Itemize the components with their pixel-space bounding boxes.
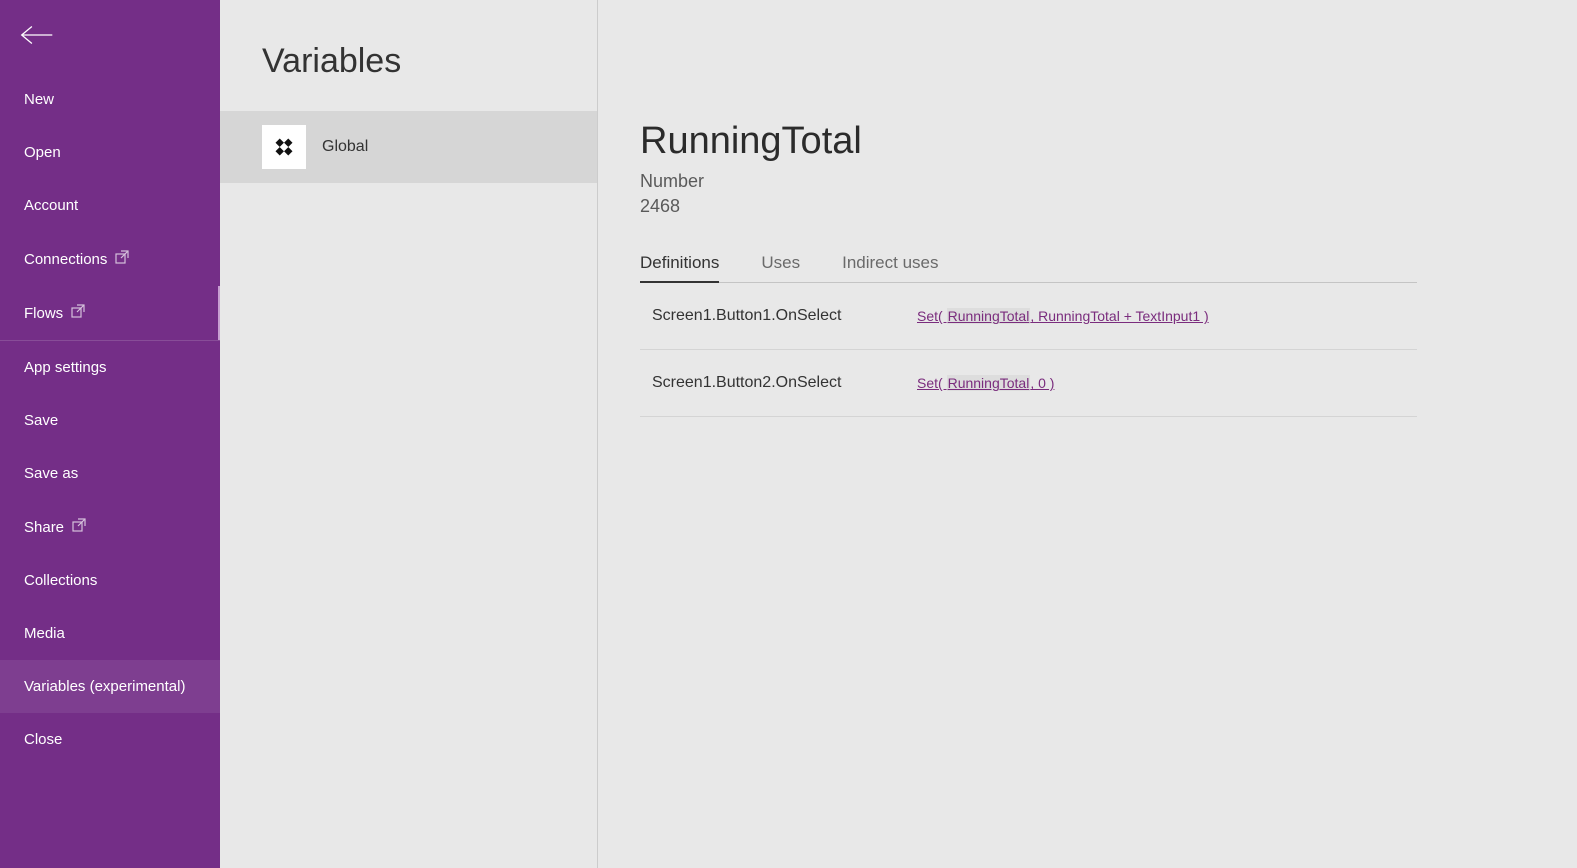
- external-link-icon: [72, 518, 86, 536]
- panel-title: Variables: [220, 0, 597, 111]
- nav-label: Share: [24, 519, 64, 536]
- nav-save-as[interactable]: Save as: [0, 447, 220, 500]
- nav-label: Save: [24, 412, 58, 429]
- external-link-icon: [71, 304, 85, 322]
- scope-icon-box: [262, 125, 306, 169]
- definition-formula-link[interactable]: Set( RunningTotal, RunningTotal + TextIn…: [917, 308, 1209, 324]
- nav-collections[interactable]: Collections: [0, 554, 220, 607]
- definition-path: Screen1.Button1.OnSelect: [652, 307, 917, 325]
- nav-label: App settings: [24, 359, 107, 376]
- tab-indirect-uses[interactable]: Indirect uses: [842, 253, 938, 282]
- nav-media[interactable]: Media: [0, 607, 220, 660]
- nav-label: Flows: [24, 305, 63, 322]
- nav-save[interactable]: Save: [0, 394, 220, 447]
- nav-app-settings[interactable]: App settings: [0, 341, 220, 394]
- nav-share[interactable]: Share: [0, 500, 220, 554]
- global-variable-icon: [272, 135, 296, 159]
- nav-close[interactable]: Close: [0, 713, 220, 766]
- nav-label: Open: [24, 144, 61, 161]
- definition-path: Screen1.Button2.OnSelect: [652, 374, 917, 392]
- formula-highlight: RunningTotal: [947, 375, 1031, 391]
- back-button[interactable]: [0, 12, 220, 73]
- nav-connections[interactable]: Connections: [0, 232, 220, 286]
- nav-label: Account: [24, 197, 78, 214]
- variable-detail-panel: RunningTotal Number 2468 Definitions Use…: [598, 0, 1577, 868]
- arrow-left-icon: [20, 22, 54, 48]
- nav-new[interactable]: New: [0, 73, 220, 126]
- nav-label: Media: [24, 625, 65, 642]
- nav-account[interactable]: Account: [0, 179, 220, 232]
- definition-formula-link[interactable]: Set( RunningTotal, 0 ): [917, 375, 1054, 391]
- definition-row: Screen1.Button1.OnSelect Set( RunningTot…: [640, 283, 1417, 350]
- nav-open[interactable]: Open: [0, 126, 220, 179]
- scope-global[interactable]: Global: [220, 111, 597, 183]
- external-link-icon: [115, 250, 129, 268]
- variable-tabs: Definitions Uses Indirect uses: [640, 253, 1417, 283]
- variable-type: Number: [640, 169, 1417, 194]
- variable-value: 2468: [640, 194, 1417, 219]
- nav-variables[interactable]: Variables (experimental): [0, 660, 220, 713]
- nav-label: Save as: [24, 465, 78, 482]
- formula-text: , RunningTotal + TextInput1 ): [1030, 308, 1208, 324]
- formula-text: , 0 ): [1030, 375, 1054, 391]
- variable-name: RunningTotal: [640, 120, 1417, 163]
- tab-uses[interactable]: Uses: [761, 253, 800, 282]
- definition-row: Screen1.Button2.OnSelect Set( RunningTot…: [640, 350, 1417, 417]
- formula-highlight: RunningTotal: [947, 308, 1031, 324]
- nav-flows[interactable]: Flows: [0, 286, 220, 340]
- nav-label: Close: [24, 731, 62, 748]
- formula-text: Set(: [917, 308, 947, 324]
- nav-label: New: [24, 91, 54, 108]
- scope-label: Global: [322, 138, 368, 156]
- nav-label: Connections: [24, 251, 107, 268]
- file-menu-sidebar: New Open Account Connections Flows App s…: [0, 0, 220, 868]
- nav-label: Variables (experimental): [24, 678, 185, 695]
- formula-text: Set(: [917, 375, 947, 391]
- nav-label: Collections: [24, 572, 97, 589]
- tab-definitions[interactable]: Definitions: [640, 253, 719, 283]
- variables-scope-panel: Variables Global: [220, 0, 598, 868]
